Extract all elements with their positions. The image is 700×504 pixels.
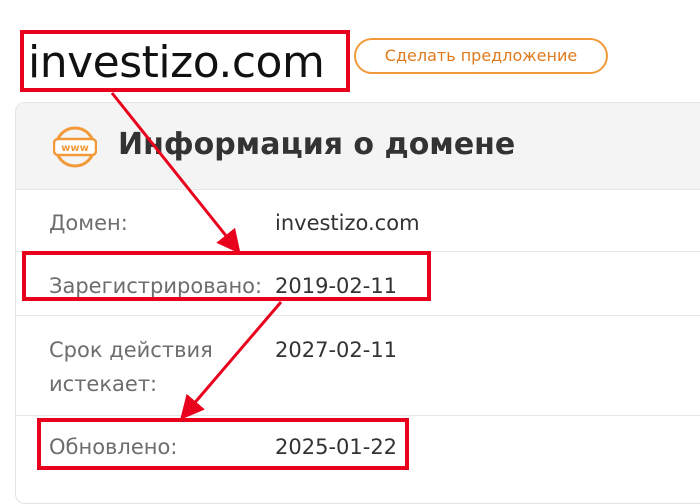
domain-label: Домен: [49, 211, 128, 235]
row-divider [16, 415, 700, 416]
domain-highlight-box [20, 30, 350, 92]
www-icon: www [53, 126, 97, 168]
expires-value: 2027-02-11 [275, 338, 398, 362]
make-offer-button[interactable]: Сделать предложение [354, 38, 608, 74]
row-divider [16, 315, 700, 316]
card-title: Информация о домене [118, 127, 516, 162]
domain-value: investizo.com [275, 211, 420, 235]
card-header: www Информация о домене [16, 103, 700, 190]
expires-label: Срок действия истекает: [49, 338, 213, 396]
svg-text:www: www [61, 143, 89, 154]
updated-highlight-box [37, 418, 409, 470]
registered-highlight-box [22, 251, 431, 301]
